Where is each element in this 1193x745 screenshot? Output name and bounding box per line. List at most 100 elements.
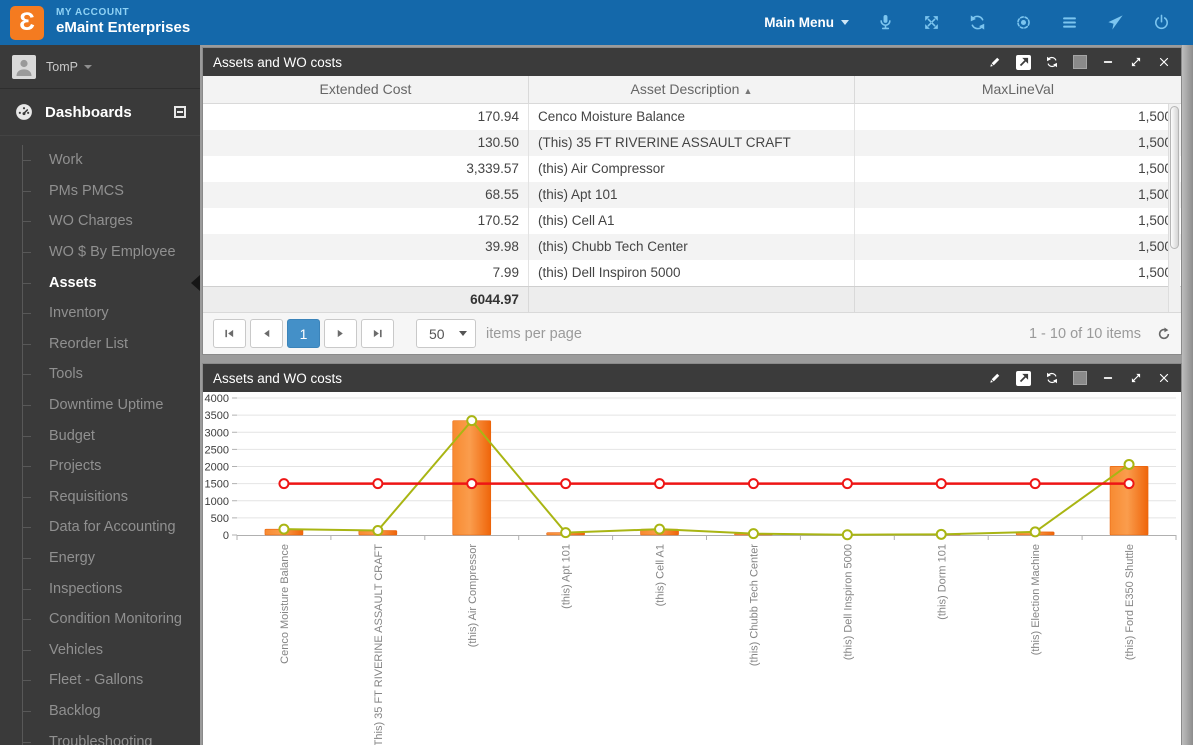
widget-box-icon[interactable]	[1073, 371, 1087, 385]
sidebar-item-budget[interactable]: Budget	[23, 420, 200, 451]
user-menu[interactable]: TomP	[0, 45, 200, 89]
expand-icon[interactable]	[1129, 371, 1143, 385]
minimize-icon[interactable]	[1101, 55, 1115, 69]
refresh-icon[interactable]	[1045, 371, 1059, 385]
svg-text:3000: 3000	[205, 427, 229, 439]
svg-text:2500: 2500	[205, 444, 229, 456]
sidebar-item-condition-monitoring[interactable]: Condition Monitoring	[23, 604, 200, 635]
sidebar-item-pms-pmcs[interactable]: PMs PMCS	[23, 176, 200, 207]
close-icon[interactable]	[1157, 371, 1171, 385]
sidebar-item-wo-by-employee[interactable]: WO $ By Employee	[23, 237, 200, 268]
expand-icon[interactable]	[1129, 55, 1143, 69]
sidebar: TomP Dashboards Work PMs PMCS WO Charges WO…	[0, 45, 200, 745]
svg-text:500: 500	[211, 513, 229, 525]
dashboard-list: Work PMs PMCS WO Charges WO $ By Employee As…	[22, 145, 200, 745]
column-header-asset-description[interactable]: Asset Description ▲	[529, 76, 855, 103]
total-extended-cost: 6044.97	[203, 287, 529, 312]
cell-asset-description: (this) Air Compressor	[529, 156, 855, 182]
svg-text:(this) Apt 101: (this) Apt 101	[561, 544, 573, 609]
svg-text:0: 0	[223, 530, 229, 542]
items-per-page-label: items per page	[486, 325, 582, 342]
table-header-row: Extended Cost Asset Description ▲ MaxLine…	[203, 76, 1181, 104]
table-scrollbar-thumb[interactable]	[1170, 106, 1179, 249]
main-content: Assets and WO costs Extended Cost Asset …	[200, 45, 1193, 745]
export-icon[interactable]	[1016, 54, 1031, 70]
microphone-icon[interactable]	[876, 13, 895, 32]
collapse-section-icon[interactable]	[174, 106, 186, 118]
assets-wo-costs-chart[interactable]: 0 500 1000 1500 2000 2500 3000 3500 4000 Cenco Mo…	[203, 392, 1181, 745]
settings-gear-icon[interactable]	[1014, 13, 1033, 32]
table-row[interactable]: 39.98 (this) Chubb Tech Center 1,500	[203, 234, 1181, 260]
sidebar-item-reorder-list[interactable]: Reorder List	[23, 329, 200, 360]
page-1-button[interactable]: 1	[287, 319, 320, 348]
page-size-select[interactable]: 50	[416, 319, 476, 348]
emaint-logo-icon[interactable]: Ɛ	[10, 5, 44, 40]
sidebar-item-vehicles[interactable]: Vehicles	[23, 635, 200, 666]
close-icon[interactable]	[1157, 55, 1171, 69]
menu-icon[interactable]	[1060, 13, 1079, 32]
sidebar-item-data-for-accounting[interactable]: Data for Accounting	[23, 512, 200, 543]
widget-box-icon[interactable]	[1073, 55, 1087, 69]
refresh-icon[interactable]	[968, 13, 987, 32]
table-row[interactable]: 3,339.57 (this) Air Compressor 1,500	[203, 156, 1181, 182]
sidebar-item-tools[interactable]: Tools	[23, 359, 200, 390]
svg-text:(this) Dell Inspiron 5000: (this) Dell Inspiron 5000	[842, 544, 854, 660]
cell-asset-description: (this) Chubb Tech Center	[529, 234, 855, 260]
sidebar-item-fleet-gallons[interactable]: Fleet - Gallons	[23, 665, 200, 696]
cell-max-line-val: 1,500	[1138, 161, 1172, 176]
table-row[interactable]: 7.99 (this) Dell Inspiron 5000 1,500	[203, 260, 1181, 286]
refresh-icon[interactable]	[1045, 55, 1059, 69]
assets-wo-costs-chart-panel: Assets and WO costs 0 500 1000 1500 2000 2500…	[203, 364, 1181, 745]
edit-pencil-icon[interactable]	[988, 371, 1002, 385]
chevron-down-icon	[83, 64, 92, 69]
dashboard-gauge-icon	[16, 104, 32, 120]
next-page-button[interactable]	[324, 319, 357, 348]
sidebar-item-inspections[interactable]: Inspections	[23, 573, 200, 604]
svg-text:(this) Dorm 101: (this) Dorm 101	[936, 544, 948, 620]
export-icon[interactable]	[1016, 370, 1031, 386]
sidebar-item-assets[interactable]: Assets	[23, 267, 200, 298]
svg-text:1500: 1500	[205, 479, 229, 491]
cell-extended-cost: 39.98	[203, 234, 529, 260]
sidebar-item-wo-charges[interactable]: WO Charges	[23, 206, 200, 237]
minimize-icon[interactable]	[1101, 371, 1115, 385]
column-header-extended-cost[interactable]: Extended Cost	[203, 76, 529, 103]
edit-pencil-icon[interactable]	[988, 55, 1002, 69]
page-size-value: 50	[429, 325, 445, 342]
chevron-down-icon	[841, 20, 849, 25]
pager-refresh-icon[interactable]	[1157, 326, 1171, 341]
pager-bar: 1 50 items per page 1 - 10 of 10 items	[203, 312, 1181, 354]
table-scrollbar[interactable]	[1168, 104, 1180, 312]
table-row[interactable]: 130.50 (This) 35 FT RIVERINE ASSAULT CRAF…	[203, 130, 1181, 156]
user-name: TomP	[46, 59, 78, 74]
sidebar-item-troubleshooting[interactable]: Troubleshooting	[23, 726, 200, 745]
sidebar-item-requisitions[interactable]: Requisitions	[23, 482, 200, 513]
sidebar-section-dashboards[interactable]: Dashboards	[0, 89, 200, 136]
sidebar-item-work[interactable]: Work	[23, 145, 200, 176]
fullscreen-icon[interactable]	[922, 13, 941, 32]
panel-title: Assets and WO costs	[213, 54, 343, 70]
sidebar-item-inventory[interactable]: Inventory	[23, 298, 200, 329]
page-scrollbar[interactable]	[1182, 45, 1193, 745]
sidebar-item-energy[interactable]: Energy	[23, 543, 200, 574]
last-page-button[interactable]	[361, 319, 394, 348]
navigate-icon[interactable]	[1106, 13, 1125, 32]
table-row[interactable]: 68.55 (this) Apt 101 1,500	[203, 182, 1181, 208]
power-icon[interactable]	[1152, 13, 1171, 32]
previous-page-button[interactable]	[250, 319, 283, 348]
table-row[interactable]: 170.52 (this) Cell A1 1,500	[203, 208, 1181, 234]
table-footer-row: 6044.97	[203, 286, 1181, 312]
sidebar-item-downtime-uptime[interactable]: Downtime Uptime	[23, 390, 200, 421]
svg-text:(this) Chubb Tech Center: (this) Chubb Tech Center	[748, 544, 760, 666]
pager-range-label: 1 - 10 of 10 items	[1028, 325, 1141, 342]
section-label: Dashboards	[45, 103, 132, 121]
main-menu-dropdown[interactable]: Main Menu	[764, 15, 849, 30]
sidebar-item-backlog[interactable]: Backlog	[23, 696, 200, 727]
first-page-button[interactable]	[213, 319, 246, 348]
table-row[interactable]: 170.94 Cenco Moisture Balance 1,500	[203, 104, 1181, 130]
sort-ascending-icon: ▲	[743, 86, 753, 96]
cell-extended-cost: 170.52	[203, 208, 529, 234]
sidebar-item-projects[interactable]: Projects	[23, 451, 200, 482]
column-header-maxlineval[interactable]: MaxLineVal	[855, 76, 1181, 103]
cell-max-line-val: 1,500	[1138, 187, 1172, 202]
